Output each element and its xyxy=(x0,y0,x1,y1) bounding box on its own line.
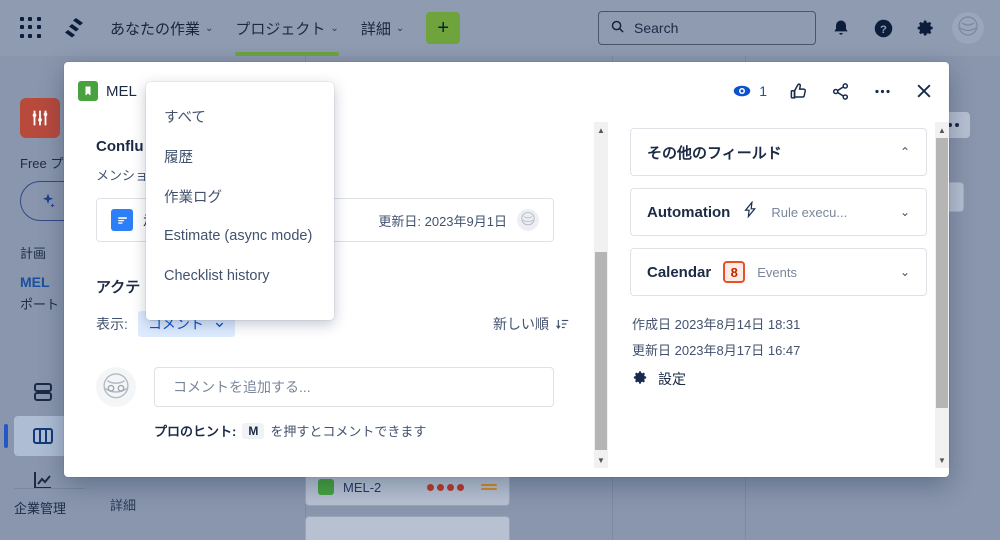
avatar xyxy=(517,209,539,231)
create-button[interactable]: + xyxy=(426,12,461,44)
pro-tip: プロのヒント: M を押すとコメントできます xyxy=(154,421,570,440)
jira-logo-icon[interactable] xyxy=(62,16,88,40)
search-placeholder: Search xyxy=(634,20,679,36)
project-avatar-icon xyxy=(20,98,60,138)
watch-button[interactable]: 1 xyxy=(733,82,767,100)
updated-date: 更新日 2023年8月17日 16:47 xyxy=(632,343,801,358)
menu-item-checklist-history[interactable]: Checklist history xyxy=(146,256,334,296)
search-input[interactable]: Search xyxy=(598,11,816,45)
nav-more-label: 詳細 xyxy=(360,20,391,38)
left-scroll-area: ▲ ▼ xyxy=(594,120,620,477)
background-card-dots xyxy=(427,483,464,491)
share-icon[interactable] xyxy=(829,80,851,102)
calendar-subtitle: Events xyxy=(757,264,797,280)
sidebar-project-key[interactable]: MEL xyxy=(20,274,50,290)
app-root: Free プ 計画 MEL ポート 企業管理 詳細 MEL-2 あなたの作業 ⌄… xyxy=(0,0,1000,540)
chevron-down-icon: ⌄ xyxy=(330,22,339,34)
plan-tier-label: Free プ xyxy=(20,156,64,171)
sort-descending-icon xyxy=(556,319,569,330)
settings-icon[interactable] xyxy=(913,15,939,41)
nav-your-work-label: あなたの作業 xyxy=(110,20,201,38)
scroll-up-icon[interactable]: ▲ xyxy=(937,124,947,136)
other-fields-title: その他のフィールド xyxy=(647,144,782,162)
issue-type-icon xyxy=(78,81,98,101)
scroll-down-icon[interactable]: ▼ xyxy=(596,454,606,466)
pro-tip-key: M xyxy=(242,422,265,439)
document-icon xyxy=(111,209,133,231)
help-icon[interactable]: ? xyxy=(870,15,896,41)
avatar xyxy=(96,367,136,407)
like-icon[interactable] xyxy=(787,80,809,102)
automation-subtitle: Rule execu... xyxy=(771,204,848,220)
sidebar-board-label[interactable]: ポート xyxy=(20,294,59,313)
background-card-next[interactable] xyxy=(305,516,510,540)
automation-panel[interactable]: Automation Rule execu... ⌄ xyxy=(630,188,927,236)
linked-page-date: 更新日: 2023年9月1日 xyxy=(378,213,507,229)
more-options-icon[interactable] xyxy=(871,80,893,102)
other-fields-panel[interactable]: その他のフィールド ⌃ xyxy=(630,128,927,176)
chevron-down-icon xyxy=(215,322,224,327)
svg-text:?: ? xyxy=(880,23,887,35)
nav-more[interactable]: 詳細 ⌄ xyxy=(361,0,404,56)
priority-icon xyxy=(481,482,497,492)
chevron-down-icon[interactable]: ⌄ xyxy=(900,265,910,279)
breadcrumb-label: MEL xyxy=(106,82,137,100)
watch-count: 1 xyxy=(759,83,767,99)
scrollbar-thumb[interactable] xyxy=(936,138,948,408)
pro-tip-prefix: プロのヒント: xyxy=(154,424,237,439)
modal-right-column: その他のフィールド ⌃ Automation Rule execu... ⌄ C… xyxy=(620,120,949,477)
menu-item-estimate[interactable]: Estimate (async mode) xyxy=(146,216,334,256)
nav-your-work[interactable]: あなたの作業 ⌄ xyxy=(110,0,213,56)
linked-page-meta: 更新日: 2023年9月1日 xyxy=(378,209,539,231)
watch-icon xyxy=(733,85,751,97)
background-card-key: MEL-2 xyxy=(343,479,382,495)
apps-grid-icon[interactable] xyxy=(20,17,42,39)
created-date: 作成日 2023年8月14日 18:31 xyxy=(632,317,801,332)
calendar-title: Calendar xyxy=(647,263,712,281)
sidebar-section-plan: 計画 xyxy=(20,246,47,261)
right-scrollbar[interactable]: ▲ ▼ xyxy=(935,122,949,468)
automation-title: Automation xyxy=(647,203,731,221)
sort-order-label: 新しい順 xyxy=(493,316,549,332)
configure-label: 設定 xyxy=(658,371,686,387)
chevron-up-icon[interactable]: ⌃ xyxy=(900,145,910,159)
scroll-down-icon[interactable]: ▼ xyxy=(937,454,947,466)
activity-filter-menu: すべて 履歴 作業ログ Estimate (async mode) Checkl… xyxy=(146,82,334,320)
nav-projects-label: プロジェクト xyxy=(235,20,326,38)
sidebar-item-enterprise[interactable]: 企業管理 xyxy=(14,498,66,517)
gear-icon xyxy=(632,369,649,389)
sort-order-button[interactable]: 新しい順 xyxy=(493,314,570,334)
calendar-event-badge: 8 xyxy=(723,261,746,283)
chevron-down-icon: ⌄ xyxy=(395,22,405,34)
menu-item-history[interactable]: 履歴 xyxy=(146,136,334,176)
search-icon xyxy=(610,19,625,37)
nav-projects[interactable]: プロジェクト ⌄ xyxy=(235,0,340,56)
lightning-icon xyxy=(742,200,759,223)
scroll-up-icon[interactable]: ▲ xyxy=(596,124,606,136)
add-comment-row: コメントを追加する... xyxy=(96,367,570,407)
left-scrollbar[interactable]: ▲ ▼ xyxy=(594,122,608,468)
user-avatar[interactable] xyxy=(952,12,984,44)
calendar-panel[interactable]: Calendar 8 Events ⌄ xyxy=(630,248,927,296)
pro-tip-suffix: を押すとコメントできます xyxy=(270,424,427,439)
menu-item-all[interactable]: すべて xyxy=(146,96,334,136)
breadcrumb[interactable]: MEL xyxy=(78,81,137,101)
bell-icon[interactable] xyxy=(828,15,854,41)
comment-input[interactable]: コメントを追加する... xyxy=(154,367,554,407)
menu-item-worklog[interactable]: 作業ログ xyxy=(146,176,334,216)
chevron-down-icon: ⌄ xyxy=(205,22,214,34)
sidebar-divider xyxy=(14,488,84,489)
display-label: 表示: xyxy=(96,316,128,332)
modal-actions: 1 xyxy=(733,80,935,102)
close-icon[interactable] xyxy=(913,80,935,102)
background-detail-label: 詳細 xyxy=(110,498,137,513)
configure-button[interactable]: 設定 xyxy=(632,369,927,389)
chevron-down-icon[interactable]: ⌄ xyxy=(900,205,910,219)
issue-dates: 作成日 2023年8月14日 18:31 更新日 2023年8月17日 16:4… xyxy=(630,314,927,389)
scrollbar-thumb[interactable] xyxy=(595,252,607,450)
